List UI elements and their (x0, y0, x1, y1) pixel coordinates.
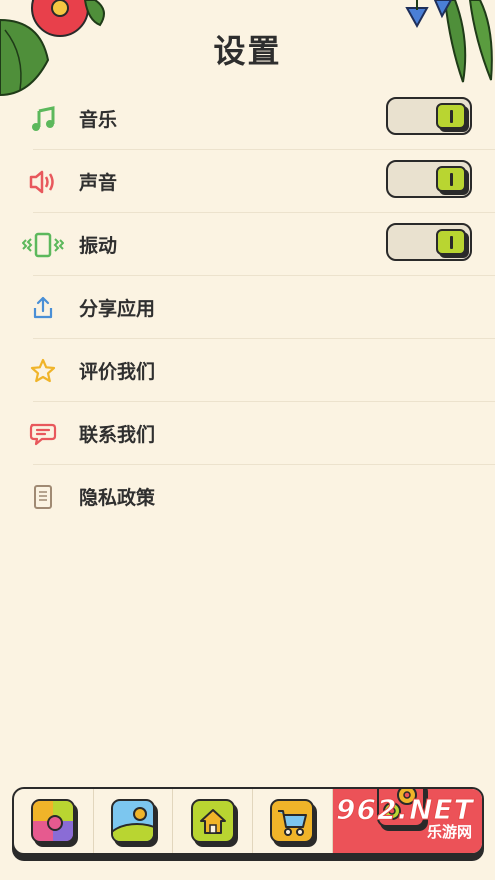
chat-bubble-icon (21, 412, 65, 456)
vibration-icon (21, 223, 65, 267)
vibration-toggle[interactable] (386, 223, 472, 261)
setting-label-contact: 联系我们 (79, 424, 156, 446)
watermark: 962.NET 乐游网 (335, 793, 476, 843)
speaker-icon (21, 160, 65, 204)
toggle-knob (436, 103, 466, 129)
tab-shop[interactable] (253, 789, 333, 853)
star-icon (21, 349, 65, 393)
toggle-knob (436, 166, 466, 192)
watermark-text: 乐游网 (426, 823, 472, 841)
settings-list: 音乐 声音 振动 分享应用 评价我们 联系我们 隐私政策 (0, 87, 495, 528)
music-note-icon (21, 97, 65, 141)
picture-icon (110, 799, 155, 843)
share-upload-icon (21, 286, 65, 330)
page-title: 设置 (213, 32, 282, 70)
setting-label-share: 分享应用 (79, 298, 156, 320)
cart-icon (270, 799, 315, 843)
setting-label-music: 音乐 (79, 109, 118, 131)
setting-row-vibration[interactable]: 振动 (0, 213, 495, 276)
setting-label-sound: 声音 (79, 172, 118, 194)
sound-toggle[interactable] (386, 160, 472, 198)
setting-label-privacy: 隐私政策 (79, 487, 156, 509)
bottom-tab-bar: 962.NET 乐游网 (12, 787, 484, 855)
tab-gallery[interactable] (94, 789, 174, 853)
puzzle-icon (31, 799, 76, 843)
tab-puzzle[interactable] (14, 789, 94, 853)
setting-row-privacy[interactable]: 隐私政策 (0, 465, 495, 528)
toggle-knob (436, 229, 466, 255)
tab-settings[interactable]: 962.NET 乐游网 (332, 789, 482, 853)
document-icon (21, 475, 65, 519)
setting-row-rate[interactable]: 评价我们 (0, 339, 495, 402)
setting-row-music[interactable]: 音乐 (0, 87, 495, 150)
setting-label-rate: 评价我们 (79, 361, 156, 383)
setting-label-vibration: 振动 (79, 235, 118, 257)
setting-row-sound[interactable]: 声音 (0, 150, 495, 213)
music-toggle[interactable] (386, 97, 472, 135)
setting-row-share[interactable]: 分享应用 (0, 276, 495, 339)
home-icon (190, 799, 235, 843)
tab-home[interactable] (173, 789, 253, 853)
setting-row-contact[interactable]: 联系我们 (0, 402, 495, 465)
